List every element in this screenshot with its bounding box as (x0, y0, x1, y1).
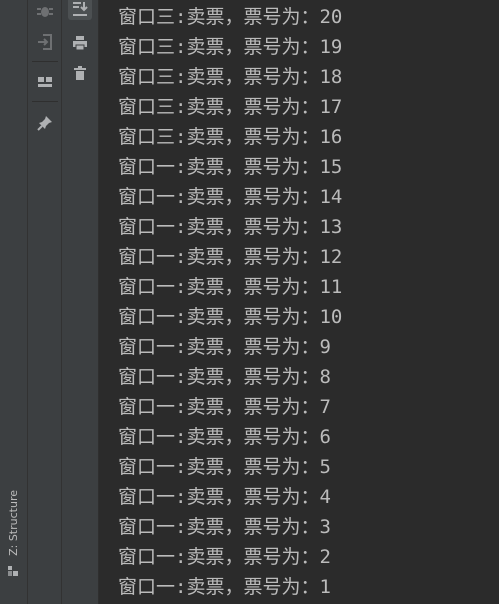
run-toolbar-left (28, 0, 62, 604)
toolbar-separator (32, 61, 58, 62)
login-button[interactable] (33, 30, 57, 54)
console-line: 窗口一:卖票，票号为：9 (118, 336, 331, 358)
console-line: 窗口三:卖票，票号为：18 (118, 66, 343, 88)
layout-button[interactable] (33, 70, 57, 94)
print-button[interactable] (68, 31, 92, 55)
structure-tab-label: Z: Structure (7, 490, 20, 556)
login-icon (38, 34, 52, 50)
console-line: 窗口三:卖票，票号为：17 (118, 96, 343, 118)
pin-button[interactable] (33, 111, 57, 135)
console-line: 窗口三:卖票，票号为：20 (118, 6, 343, 28)
pin-icon (37, 116, 52, 131)
clear-button[interactable] (68, 61, 92, 85)
console-line: 窗口一:卖票，票号为：1 (118, 576, 331, 598)
structure-icon (7, 562, 19, 576)
console-line: 窗口一:卖票，票号为：11 (118, 276, 343, 298)
scroll-to-end-icon (73, 2, 88, 16)
console-line: 窗口三:卖票，票号为：19 (118, 36, 343, 58)
console-line: 窗口一:卖票，票号为：15 (118, 156, 343, 178)
tool-window-stripe: Z: Structure (0, 0, 28, 604)
console-line: 窗口一:卖票，票号为：4 (118, 486, 331, 508)
ide-run-window: Z: Structure 窗口三:卖票，票号为：20 窗口三:卖票，票号为：19… (0, 0, 499, 604)
console-line: 窗口一:卖票，票号为：14 (118, 186, 343, 208)
console-line: 窗口三:卖票，票号为：16 (118, 126, 343, 148)
print-icon (73, 36, 87, 51)
console-line: 窗口一:卖票，票号为：13 (118, 216, 343, 238)
layout-icon (38, 77, 52, 87)
console-line: 窗口一:卖票，票号为：2 (118, 546, 331, 568)
run-toolbar-right (62, 0, 99, 604)
console-line: 窗口一:卖票，票号为：6 (118, 426, 331, 448)
debug-button[interactable] (33, 0, 57, 24)
scroll-to-end-button[interactable] (68, 0, 92, 20)
console-line: 窗口一:卖票，票号为：3 (118, 516, 331, 538)
trash-icon (74, 66, 86, 80)
structure-tab[interactable]: Z: Structure (3, 478, 23, 576)
console-output[interactable]: 窗口三:卖票，票号为：20 窗口三:卖票，票号为：19 窗口三:卖票，票号为：1… (99, 0, 499, 604)
console-line: 窗口一:卖票，票号为：7 (118, 396, 331, 418)
console-line: 窗口一:卖票，票号为：5 (118, 456, 331, 478)
debug-icon (37, 7, 53, 17)
toolbar-separator (32, 101, 58, 102)
console-line: 窗口一:卖票，票号为：12 (118, 246, 343, 268)
console-line: 窗口一:卖票，票号为：8 (118, 366, 331, 388)
console-line: 窗口一:卖票，票号为：10 (118, 306, 343, 328)
